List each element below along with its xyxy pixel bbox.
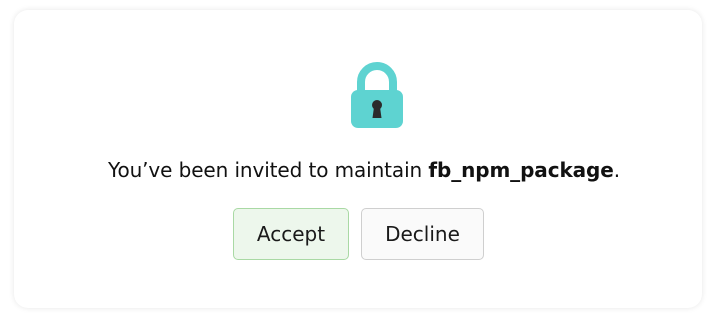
lock-icon <box>351 62 403 128</box>
invitation-dialog: You’ve been invited to maintain fb_npm_p… <box>14 10 702 308</box>
accept-button[interactable]: Accept <box>233 208 349 260</box>
invitation-message: You’ve been invited to maintain fb_npm_p… <box>0 156 713 184</box>
message-period: . <box>613 158 620 182</box>
message-text: You’ve been invited to maintain <box>107 158 429 182</box>
package-name: fb_npm_package <box>428 158 614 182</box>
decline-button[interactable]: Decline <box>361 208 484 260</box>
